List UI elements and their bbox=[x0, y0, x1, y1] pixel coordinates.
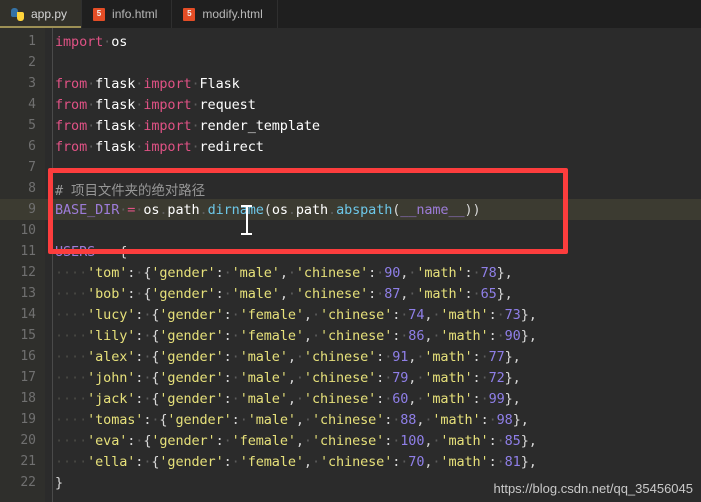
line-number: 1 bbox=[28, 34, 36, 49]
code-line[interactable]: 6 from·flask·import·redirect bbox=[0, 136, 701, 157]
code-text: ····'tom':·{'gender':·'male',·'chinese':… bbox=[55, 264, 513, 281]
line-number: 15 bbox=[20, 328, 36, 343]
code-line[interactable]: 1 import·os bbox=[0, 31, 701, 52]
code-text: ····'tomas':·{'gender':·'male',·'chinese… bbox=[55, 411, 529, 428]
code-line[interactable]: 4 from·flask·import·request bbox=[0, 94, 701, 115]
code-line[interactable]: 3 from·flask·import·Flask bbox=[0, 73, 701, 94]
code-text: BASE_DIR·=·os.path.dirname(os.path.abspa… bbox=[55, 201, 481, 218]
code-line[interactable]: 7 bbox=[0, 157, 701, 178]
code-text: from·flask·import·render_template bbox=[55, 117, 320, 134]
code-comment-text: # 项目文件夹的绝对路径 bbox=[55, 182, 206, 199]
code-text: ····'bob':·{'gender':·'male',·'chinese':… bbox=[55, 285, 513, 302]
code-text: from·flask·import·Flask bbox=[55, 75, 240, 92]
line-number: 17 bbox=[20, 370, 36, 385]
line-number: 3 bbox=[28, 76, 36, 91]
line-number: 8 bbox=[28, 181, 36, 196]
code-line[interactable]: 2 bbox=[0, 52, 701, 73]
code-content[interactable]: 1 import·os 2 3 from·flask·import·Flask … bbox=[0, 28, 701, 502]
code-text: ····'lily':·{'gender':·'female',·'chines… bbox=[55, 327, 537, 344]
line-number: 11 bbox=[20, 244, 36, 259]
line-number: 7 bbox=[28, 160, 36, 175]
code-text: ····'ella':·{'gender':·'female',·'chines… bbox=[55, 453, 537, 470]
line-number: 4 bbox=[28, 97, 36, 112]
code-text: ····'alex':·{'gender':·'male',·'chinese'… bbox=[55, 348, 521, 365]
line-number: 10 bbox=[20, 223, 36, 238]
line-number: 13 bbox=[20, 286, 36, 301]
code-line[interactable]: 18 ····'jack':·{'gender':·'male',·'chine… bbox=[0, 388, 701, 409]
tab-modify-html[interactable]: 5 modify.html bbox=[172, 0, 278, 28]
line-number: 9 bbox=[28, 202, 36, 217]
line-number: 18 bbox=[20, 391, 36, 406]
html5-icon-glyph: 5 bbox=[96, 9, 102, 18]
code-text: } bbox=[55, 474, 64, 491]
line-number: 16 bbox=[20, 349, 36, 364]
html5-icon: 5 bbox=[93, 7, 106, 21]
line-number: 6 bbox=[28, 139, 36, 154]
tab-label: info.html bbox=[112, 7, 158, 21]
tab-info-html[interactable]: 5 info.html bbox=[82, 0, 173, 28]
code-line[interactable]: 15 ····'lily':·{'gender':·'female',·'chi… bbox=[0, 325, 701, 346]
code-line[interactable]: 12 ····'tom':·{'gender':·'male',·'chines… bbox=[0, 262, 701, 283]
code-text: from·flask·import·request bbox=[55, 96, 256, 113]
line-number: 5 bbox=[28, 118, 36, 133]
code-line[interactable]: 8 # 项目文件夹的绝对路径 bbox=[0, 178, 701, 199]
line-number: 14 bbox=[20, 307, 36, 322]
code-line[interactable]: 21 ····'ella':·{'gender':·'female',·'chi… bbox=[0, 451, 701, 472]
code-text: ····'jack':·{'gender':·'male',·'chinese'… bbox=[55, 390, 521, 407]
code-text: ····'eva':·{'gender':·'female',·'chinese… bbox=[55, 432, 537, 449]
code-text: ····'lucy':·{'gender':·'female',·'chines… bbox=[55, 306, 537, 323]
code-line[interactable]: 20 ····'eva':·{'gender':·'female',·'chin… bbox=[0, 430, 701, 451]
code-line[interactable]: 5 from·flask·import·render_template bbox=[0, 115, 701, 136]
code-text: from·flask·import·redirect bbox=[55, 138, 264, 155]
tab-label: app.py bbox=[31, 7, 68, 21]
code-line[interactable]: 10 bbox=[0, 220, 701, 241]
tab-bar-empty-area bbox=[278, 0, 701, 28]
code-editor-window: app.py 5 info.html 5 modify.html 1 impor… bbox=[0, 0, 701, 502]
tab-app-py[interactable]: app.py bbox=[0, 0, 83, 28]
code-line[interactable]: 19 ····'tomas':·{'gender':·'male',·'chin… bbox=[0, 409, 701, 430]
python-icon bbox=[11, 7, 24, 21]
line-number: 20 bbox=[20, 433, 36, 448]
line-number: 12 bbox=[20, 265, 36, 280]
code-line[interactable]: 14 ····'lucy':·{'gender':·'female',·'chi… bbox=[0, 304, 701, 325]
tab-label: modify.html bbox=[202, 7, 263, 21]
html5-icon-glyph: 5 bbox=[187, 9, 192, 18]
code-line[interactable]: 17 ····'john':·{'gender':·'male',·'chine… bbox=[0, 367, 701, 388]
editor-tab-bar: app.py 5 info.html 5 modify.html bbox=[0, 0, 701, 28]
line-number: 21 bbox=[20, 454, 36, 469]
code-text: ····'john':·{'gender':·'male',·'chinese'… bbox=[55, 369, 521, 386]
code-line[interactable]: 16 ····'alex':·{'gender':·'male',·'chine… bbox=[0, 346, 701, 367]
code-editor-pane[interactable]: 1 import·os 2 3 from·flask·import·Flask … bbox=[0, 28, 701, 502]
code-text: import·os bbox=[55, 33, 128, 50]
line-number: 2 bbox=[28, 55, 36, 70]
code-line[interactable]: 13 ····'bob':·{'gender':·'male',·'chines… bbox=[0, 283, 701, 304]
code-line-current[interactable]: 9 BASE_DIR·=·os.path.dirname(os.path.abs… bbox=[0, 199, 701, 220]
html5-icon: 5 bbox=[183, 7, 196, 21]
code-line[interactable]: 11 USERS·=·{ bbox=[0, 241, 701, 262]
watermark-url: https://blog.csdn.net/qq_35456045 bbox=[493, 481, 694, 496]
code-text: USERS·=·{ bbox=[55, 243, 128, 260]
line-number: 19 bbox=[20, 412, 36, 427]
line-number: 22 bbox=[20, 475, 36, 490]
